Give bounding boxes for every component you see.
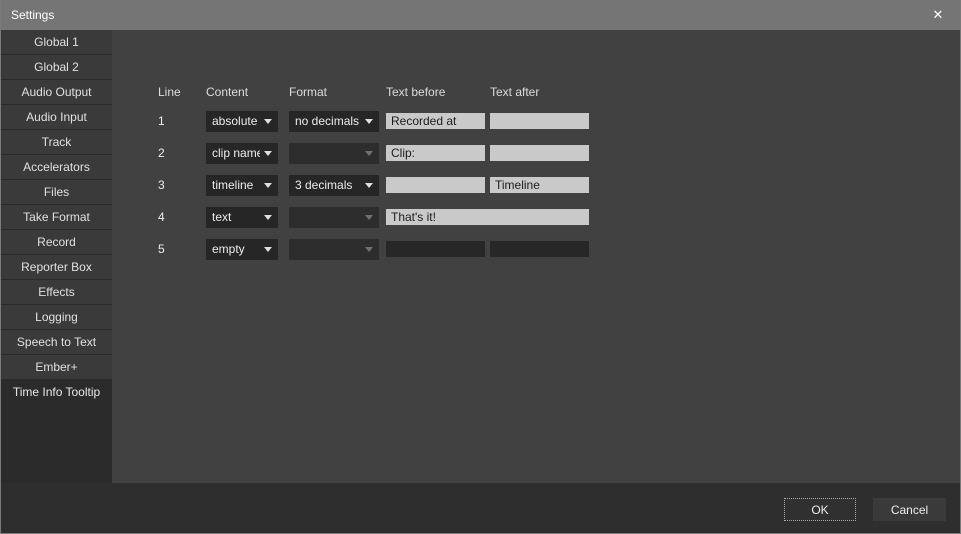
sidebar: Global 1 Global 2 Audio Output Audio Inp… — [1, 30, 112, 483]
chevron-down-icon — [365, 215, 373, 220]
sidebar-item-reporter-box[interactable]: Reporter Box — [1, 255, 112, 280]
chevron-down-icon — [264, 151, 272, 156]
sidebar-item-audio-output[interactable]: Audio Output — [1, 80, 112, 105]
format-dropdown-line-3[interactable]: 3 decimals — [289, 175, 379, 196]
chevron-down-icon — [264, 119, 272, 124]
settings-dialog: Settings ✕ Global 1 Global 2 Audio Outpu… — [0, 0, 961, 534]
column-header-content: Content — [206, 85, 289, 105]
sidebar-item-effects[interactable]: Effects — [1, 280, 112, 305]
text-after-input-line-3[interactable] — [490, 177, 589, 193]
format-dropdown-line-4 — [289, 207, 379, 228]
cancel-button[interactable]: Cancel — [873, 498, 946, 521]
time-info-tooltip-panel: Line Content Format Text before Text aft… — [112, 30, 960, 483]
content-dropdown-line-2[interactable]: clip name — [206, 143, 278, 164]
text-after-input-line-5 — [490, 241, 589, 257]
line-number: 3 — [158, 169, 206, 201]
chevron-down-icon — [264, 215, 272, 220]
content-dropdown-line-3[interactable]: timeline — [206, 175, 278, 196]
text-input-line-4[interactable] — [386, 209, 589, 225]
content-dropdown-line-1[interactable]: absolute — [206, 111, 278, 132]
format-dropdown-line-1[interactable]: no decimals — [289, 111, 379, 132]
column-header-line: Line — [158, 85, 206, 105]
text-before-input-line-3[interactable] — [386, 177, 485, 193]
column-header-text-before: Text before — [386, 85, 490, 105]
text-before-input-line-1[interactable] — [386, 113, 485, 129]
dialog-footer: OK Cancel — [1, 483, 960, 533]
column-header-text-after: Text after — [490, 85, 590, 105]
sidebar-item-accelerators[interactable]: Accelerators — [1, 155, 112, 180]
close-icon[interactable]: ✕ — [916, 0, 960, 30]
titlebar: Settings ✕ — [1, 0, 960, 30]
sidebar-item-logging[interactable]: Logging — [1, 305, 112, 330]
chevron-down-icon — [264, 183, 272, 188]
tooltip-lines-table: Line Content Format Text before Text aft… — [158, 85, 590, 265]
chevron-down-icon — [365, 247, 373, 252]
chevron-down-icon — [365, 119, 373, 124]
format-dropdown-line-5 — [289, 239, 379, 260]
text-before-input-line-5 — [386, 241, 485, 257]
column-header-format: Format — [289, 85, 386, 105]
chevron-down-icon — [264, 247, 272, 252]
dialog-body: Global 1 Global 2 Audio Output Audio Inp… — [1, 30, 960, 483]
sidebar-item-take-format[interactable]: Take Format — [1, 205, 112, 230]
sidebar-item-ember-plus[interactable]: Ember+ — [1, 355, 112, 380]
sidebar-item-record[interactable]: Record — [1, 230, 112, 255]
text-after-input-line-1[interactable] — [490, 113, 589, 129]
line-number: 1 — [158, 105, 206, 137]
sidebar-item-files[interactable]: Files — [1, 180, 112, 205]
line-number: 4 — [158, 201, 206, 233]
ok-button[interactable]: OK — [784, 498, 856, 521]
line-number: 2 — [158, 137, 206, 169]
content-dropdown-line-5[interactable]: empty — [206, 239, 278, 260]
sidebar-item-speech-to-text[interactable]: Speech to Text — [1, 330, 112, 355]
sidebar-item-audio-input[interactable]: Audio Input — [1, 105, 112, 130]
sidebar-item-time-info-tooltip[interactable]: Time Info Tooltip — [1, 380, 112, 405]
format-dropdown-line-2 — [289, 143, 379, 164]
sidebar-item-global-1[interactable]: Global 1 — [1, 30, 112, 55]
content-dropdown-line-4[interactable]: text — [206, 207, 278, 228]
line-number: 5 — [158, 233, 206, 265]
chevron-down-icon — [365, 151, 373, 156]
dialog-title: Settings — [11, 8, 54, 22]
sidebar-item-global-2[interactable]: Global 2 — [1, 55, 112, 80]
chevron-down-icon — [365, 183, 373, 188]
text-after-input-line-2[interactable] — [490, 145, 589, 161]
text-before-input-line-2[interactable] — [386, 145, 485, 161]
sidebar-item-track[interactable]: Track — [1, 130, 112, 155]
